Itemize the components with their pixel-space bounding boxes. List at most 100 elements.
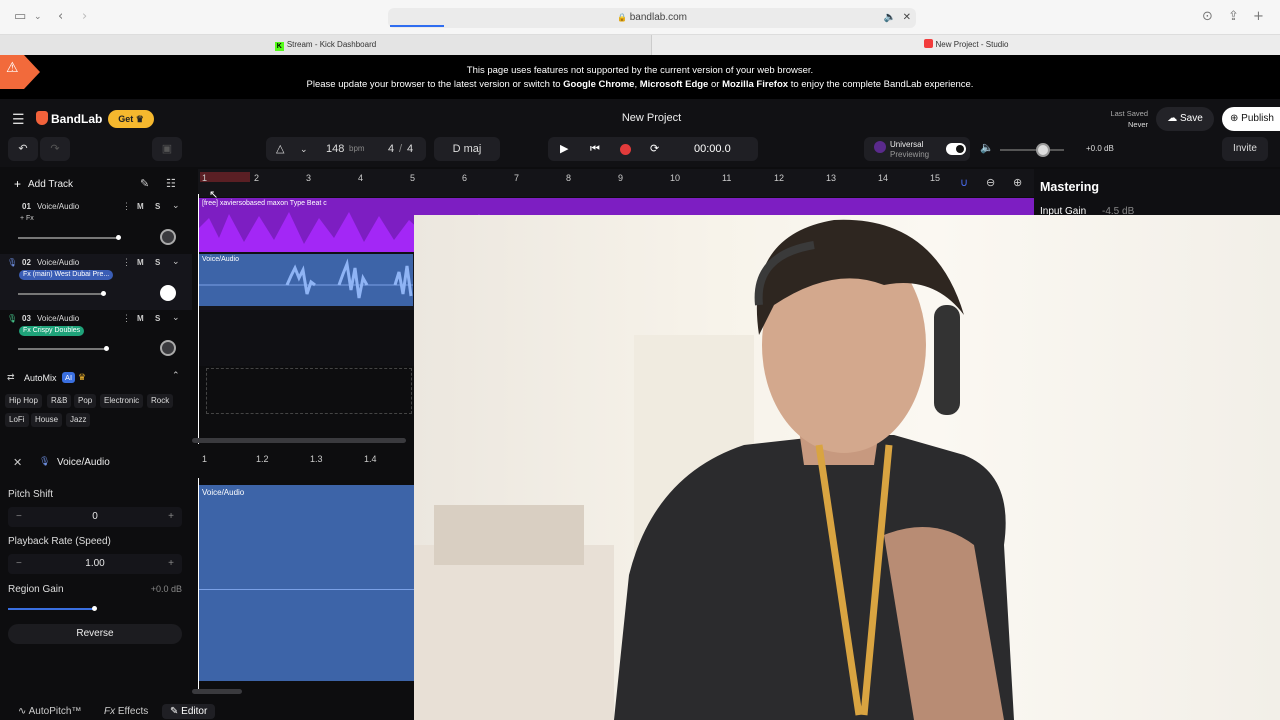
plus-icon[interactable]: + (168, 554, 174, 574)
record-icon[interactable] (620, 144, 631, 155)
chevron-down-icon[interactable]: ⌄ (34, 9, 42, 25)
autopitch-tab[interactable]: ∿ AutoPitch™ (18, 706, 81, 717)
publish-button[interactable]: ⊕ Publish (1222, 107, 1280, 131)
bpm-value[interactable]: 148 (326, 137, 344, 161)
chevron-down-icon[interactable]: ⌄ (172, 256, 180, 267)
master-volume-handle[interactable] (1036, 143, 1050, 157)
genre-chip[interactable]: Rock (147, 394, 174, 408)
genre-chip[interactable]: R&B (47, 394, 72, 408)
more-icon[interactable]: ⋮ (122, 313, 131, 324)
playhead[interactable] (198, 194, 199, 444)
track-name[interactable]: Voice/Audio (37, 258, 79, 267)
timeline-ruler[interactable] (198, 169, 1034, 197)
genre-chip[interactable]: House (31, 413, 63, 427)
downloads-icon[interactable]: ⊙ (1202, 9, 1213, 25)
region-gain-handle[interactable] (92, 606, 97, 611)
region-gain-slider[interactable] (8, 608, 96, 610)
reverse-button[interactable]: Reverse (8, 624, 182, 644)
zoom-in-icon[interactable]: ⊕ (1013, 176, 1022, 189)
pan-knob[interactable] (160, 229, 176, 245)
track-row-3[interactable]: 🎙 03 Voice/Audio Fx Crispy Doubles ⋮ M S… (0, 310, 192, 366)
time-signature-denominator[interactable]: 4 (407, 137, 413, 161)
volume-icon[interactable]: 🔈 (980, 141, 994, 154)
editor-ruler[interactable]: 1 1.2 1.3 1.4 (198, 446, 414, 480)
playback-rate-stepper[interactable]: − 1.00 + (8, 554, 182, 574)
redo-button[interactable]: ↷ (40, 137, 70, 161)
track-row-2[interactable]: 🎙 02 Voice/Audio Fx (main) West Dubai Pr… (0, 254, 192, 310)
master-volume-slider[interactable] (1000, 149, 1064, 151)
add-track-button[interactable]: Add Track (28, 179, 73, 190)
pan-knob[interactable] (160, 285, 176, 301)
loop-region-marker[interactable] (200, 172, 250, 182)
horizontal-scrollbar[interactable] (192, 438, 406, 443)
skip-back-icon[interactable]: ⏮ (590, 137, 600, 161)
edit-icon[interactable]: ✎ (140, 177, 149, 190)
fx-preset-badge[interactable]: Fx Crispy Doubles (19, 326, 85, 336)
track-volume-slider[interactable] (18, 348, 106, 350)
universal-preview-toggle[interactable]: Universal Previewing (864, 137, 970, 161)
undo-button[interactable]: ↶ (8, 137, 38, 161)
tab-kick-dashboard[interactable]: K Stream - Kick Dashboard (0, 35, 652, 55)
chevron-down-icon[interactable]: ⌄ (172, 200, 180, 211)
minus-icon[interactable]: − (16, 554, 22, 574)
close-icon[interactable]: ✕ (903, 8, 911, 28)
plus-icon[interactable]: + (168, 507, 174, 527)
zoom-out-icon[interactable]: ⊖ (986, 176, 995, 189)
sidebar-toggle-icon[interactable]: ▭ (14, 9, 26, 25)
effects-tab[interactable]: Fx Effects (104, 706, 148, 717)
speaker-icon[interactable]: 🔈 (884, 8, 896, 28)
solo-button[interactable]: S (155, 314, 160, 323)
invite-button[interactable]: Invite (1222, 137, 1268, 161)
track-volume-slider[interactable] (18, 237, 118, 239)
track-lane-3[interactable] (198, 310, 414, 366)
chevron-down-icon[interactable]: ⌄ (300, 137, 308, 161)
filter-icon[interactable]: ☷ (166, 177, 176, 190)
tab-bandlab-studio[interactable]: New Project - Studio (652, 35, 1280, 55)
mute-button[interactable]: M (137, 314, 144, 323)
mute-button[interactable]: M (137, 202, 144, 211)
save-button[interactable]: ☁ Save (1156, 107, 1214, 131)
editor-playhead[interactable] (198, 478, 199, 690)
metronome-icon[interactable]: △ (276, 137, 284, 161)
fx-preset-badge[interactable]: Fx (main) West Dubai Pre... (19, 270, 114, 280)
track-row-1[interactable]: 01 Voice/Audio + Fx ⋮ M S ⌄ (0, 198, 192, 254)
toggle-switch[interactable] (946, 143, 966, 155)
pitch-shift-stepper[interactable]: − 0 + (8, 507, 182, 527)
library-button[interactable]: ▣ (152, 137, 182, 161)
more-icon[interactable]: ⋮ (122, 257, 131, 268)
genre-chip[interactable]: Jazz (66, 413, 91, 427)
firefox-link[interactable]: Mozilla Firefox (722, 79, 788, 90)
chevron-down-icon[interactable]: ⌄ (172, 312, 180, 323)
genre-chip[interactable]: LoFi (5, 413, 29, 427)
mute-button[interactable]: M (137, 258, 144, 267)
back-icon[interactable]: ‹ (58, 9, 63, 25)
more-icon[interactable]: ⋮ (122, 201, 131, 212)
editor-scrollbar[interactable] (192, 689, 242, 694)
new-tab-icon[interactable]: + (1253, 9, 1264, 25)
forward-icon[interactable]: › (82, 9, 87, 25)
solo-button[interactable]: S (155, 258, 160, 267)
play-icon[interactable]: ▶ (560, 137, 568, 161)
chevron-up-icon[interactable]: ⌃ (172, 370, 180, 381)
track-volume-handle[interactable] (101, 291, 106, 296)
magnet-icon[interactable]: ∪ (960, 176, 968, 189)
add-fx-button[interactable]: + Fx (20, 215, 34, 222)
audio-region-vocal[interactable]: Voice/Audio (199, 254, 413, 306)
track-volume-handle[interactable] (104, 346, 109, 351)
project-title[interactable]: New Project (0, 112, 1280, 124)
drop-zone[interactable] (206, 368, 412, 414)
address-bar[interactable]: 🔒 bandlab.com 🔈 ✕ (388, 8, 916, 28)
pan-knob[interactable] (160, 340, 176, 356)
key-selector[interactable]: D maj (434, 137, 500, 161)
solo-button[interactable]: S (155, 202, 160, 211)
editor-tab[interactable]: ✎ Editor (162, 704, 216, 719)
track-name[interactable]: Voice/Audio (37, 314, 79, 323)
edge-link[interactable]: Microsoft Edge (640, 79, 709, 90)
genre-chip[interactable]: Electronic (100, 394, 144, 408)
close-icon[interactable]: ✕ (13, 456, 22, 469)
loop-icon[interactable]: ⟳ (650, 137, 659, 161)
time-signature-numerator[interactable]: 4 (388, 137, 394, 161)
track-name[interactable]: Voice/Audio (37, 202, 79, 211)
genre-chip[interactable]: Hip Hop (5, 394, 42, 408)
track-volume-handle[interactable] (116, 235, 121, 240)
